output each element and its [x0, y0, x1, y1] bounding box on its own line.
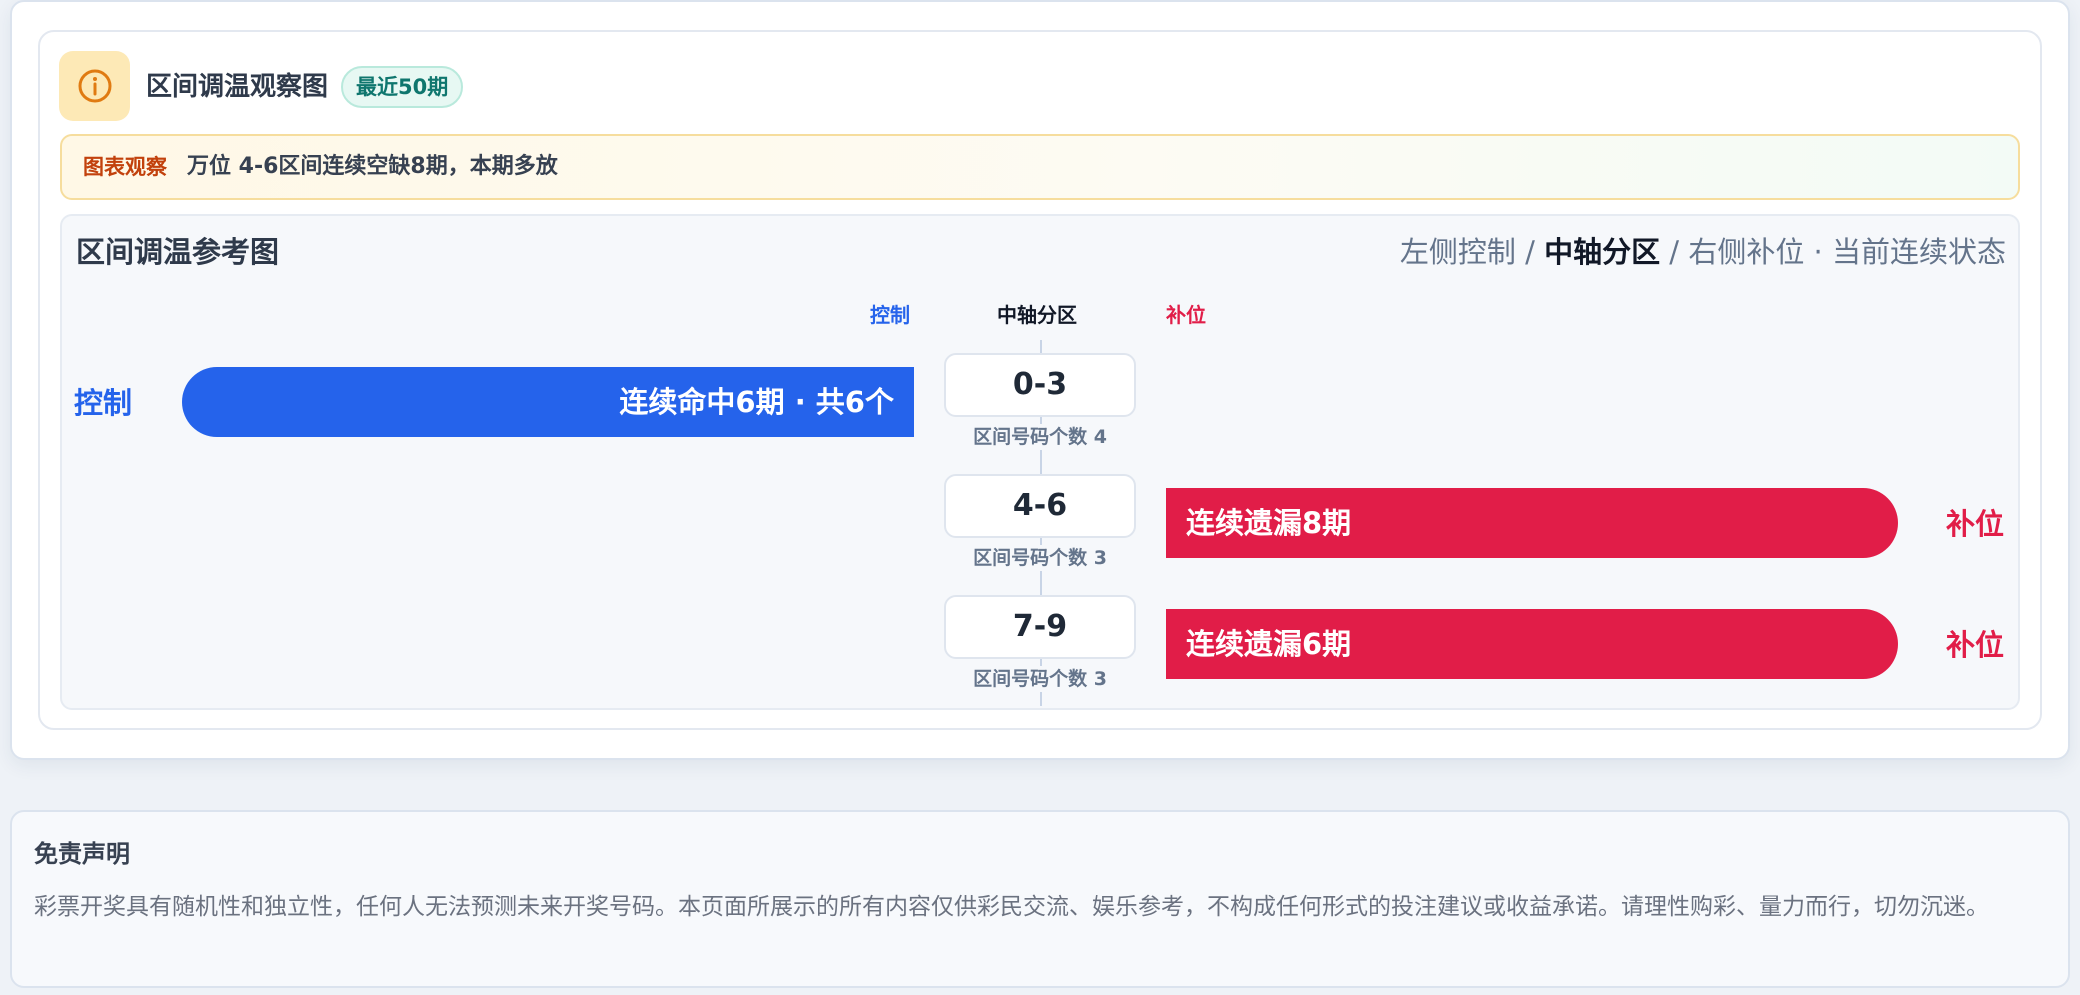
legend-sep: / [1660, 235, 1689, 269]
column-head-center: 中轴分区 [997, 303, 1077, 327]
column-head-control: 控制 [870, 303, 910, 327]
control-bar: 连续命中6期 · 共6个 [182, 367, 914, 437]
legend-sep: / [1515, 235, 1545, 269]
page-title: 区间调温观察图 [146, 72, 329, 102]
legend-center: 中轴分区 [1544, 235, 1661, 269]
row-side-label: 补位 [1946, 507, 2005, 541]
range-badge: 最近50期 [341, 66, 464, 108]
zone-count: 区间号码个数 3 [944, 666, 1136, 692]
zone-box: 4-6 [944, 474, 1136, 538]
legend-left: 左侧控制 [1399, 235, 1516, 269]
disclaimer-card: 免责声明 彩票开奖具有随机性和独立性，任何人无法预测未来开奖号码。本页面所展示的… [10, 810, 2070, 988]
chart-legend: 左侧控制 / 中轴分区 / 右侧补位 · 当前连续状态 [1400, 230, 2006, 274]
row-side-label: 控制 [74, 386, 133, 420]
row-side-label: 补位 [1946, 628, 2005, 662]
legend-state: 当前连续状态 [1831, 235, 2006, 269]
fill-bar: 连续遗漏6期 [1166, 609, 1898, 679]
info-icon [59, 51, 130, 121]
observation-text: 万位 4-6区间连续空缺8期，本期多放 [187, 154, 558, 179]
zone-box: 7-9 [944, 595, 1136, 659]
legend-dot: · [1804, 235, 1832, 269]
observation-banner: 图表观察 万位 4-6区间连续空缺8期，本期多放 [60, 134, 2020, 200]
zone-count: 区间号码个数 3 [944, 545, 1136, 571]
observation-label: 图表观察 [83, 155, 167, 179]
column-head-fill: 补位 [1166, 303, 1206, 327]
zone-box: 0-3 [944, 353, 1136, 417]
disclaimer-title: 免责声明 [34, 840, 130, 868]
fill-bar: 连续遗漏8期 [1166, 488, 1898, 558]
zone-count: 区间号码个数 4 [944, 424, 1136, 450]
chart-title: 区间调温参考图 [76, 235, 280, 269]
legend-right: 右侧补位 [1688, 235, 1805, 269]
disclaimer-text: 彩票开奖具有随机性和独立性，任何人无法预测未来开奖号码。本页面所展示的所有内容仅… [34, 894, 1989, 920]
